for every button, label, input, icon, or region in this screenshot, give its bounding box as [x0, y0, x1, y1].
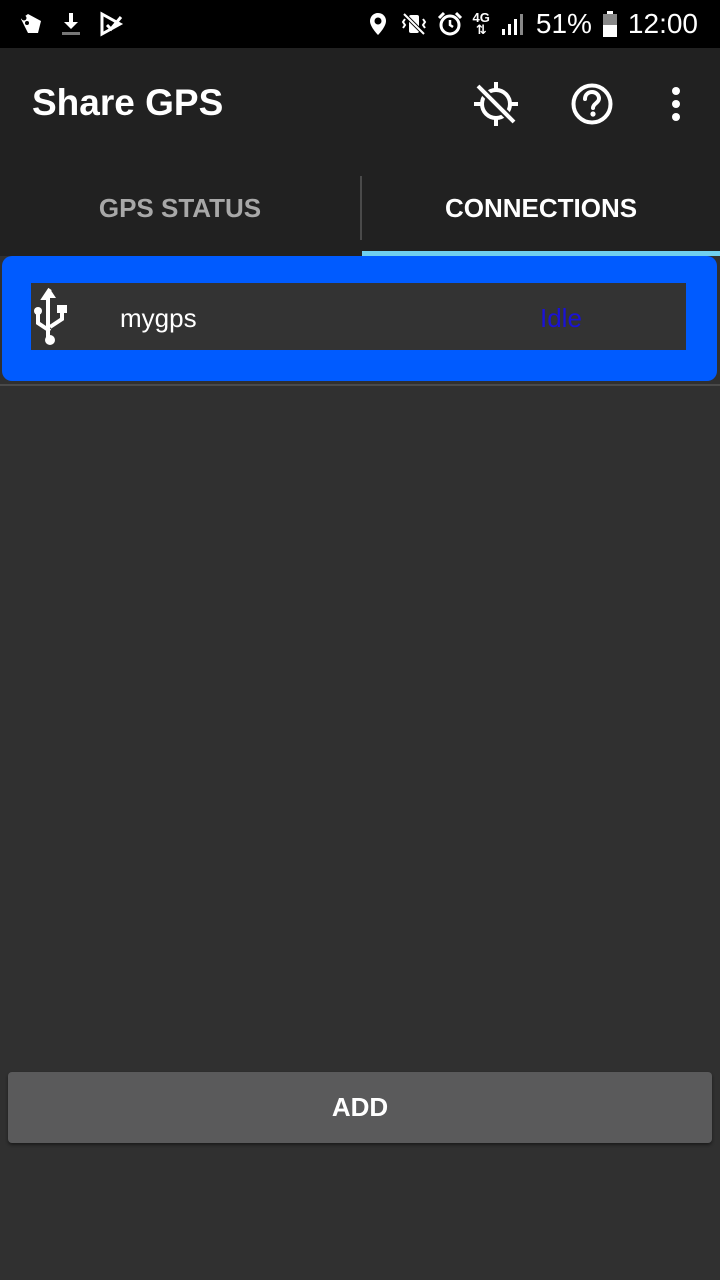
help-icon: [571, 83, 613, 125]
status-bar: 4G ⇅ 51% 12:00: [0, 0, 720, 48]
gps-off-icon: [474, 82, 518, 126]
tab-connections[interactable]: CONNECTIONS: [362, 160, 720, 256]
connection-list-item[interactable]: mygps Idle: [31, 283, 686, 350]
play-store-icon: [100, 11, 124, 37]
screen: 4G ⇅ 51% 12:00 Share GPS GPS STATUS CONN…: [0, 0, 720, 1280]
clock: 12:00: [627, 8, 698, 39]
vibrate-icon: [401, 12, 426, 36]
help-button[interactable]: [564, 76, 620, 132]
signal-icon: [501, 14, 523, 35]
usb-icon: [34, 287, 67, 345]
network-4g-icon: 4G ⇅: [473, 11, 490, 37]
battery-percent: 51%: [535, 8, 592, 39]
notification-app-icon: [21, 14, 41, 33]
app-bar: Share GPS: [0, 48, 720, 160]
alarm-icon: [437, 11, 462, 36]
list-divider: [0, 384, 720, 386]
status-bar-right-icons: 4G ⇅ 51% 12:00: [365, 6, 698, 42]
gps-off-button[interactable]: [468, 76, 524, 132]
app-title: Share GPS: [32, 82, 224, 123]
connection-status: Idle: [540, 303, 582, 333]
download-icon: [62, 13, 80, 35]
more-options-button[interactable]: [648, 76, 704, 132]
location-icon: [369, 13, 386, 35]
tab-bar: GPS STATUS CONNECTIONS: [0, 160, 720, 256]
data-arrows-icon: ⇅: [475, 22, 487, 37]
more-options-icon: [672, 87, 680, 121]
status-bar-left-icons: [18, 10, 124, 38]
tab-gps-status[interactable]: GPS STATUS: [0, 160, 360, 256]
add-button[interactable]: ADD: [8, 1072, 712, 1143]
connection-name: mygps: [120, 303, 197, 333]
battery-icon: [602, 11, 617, 37]
